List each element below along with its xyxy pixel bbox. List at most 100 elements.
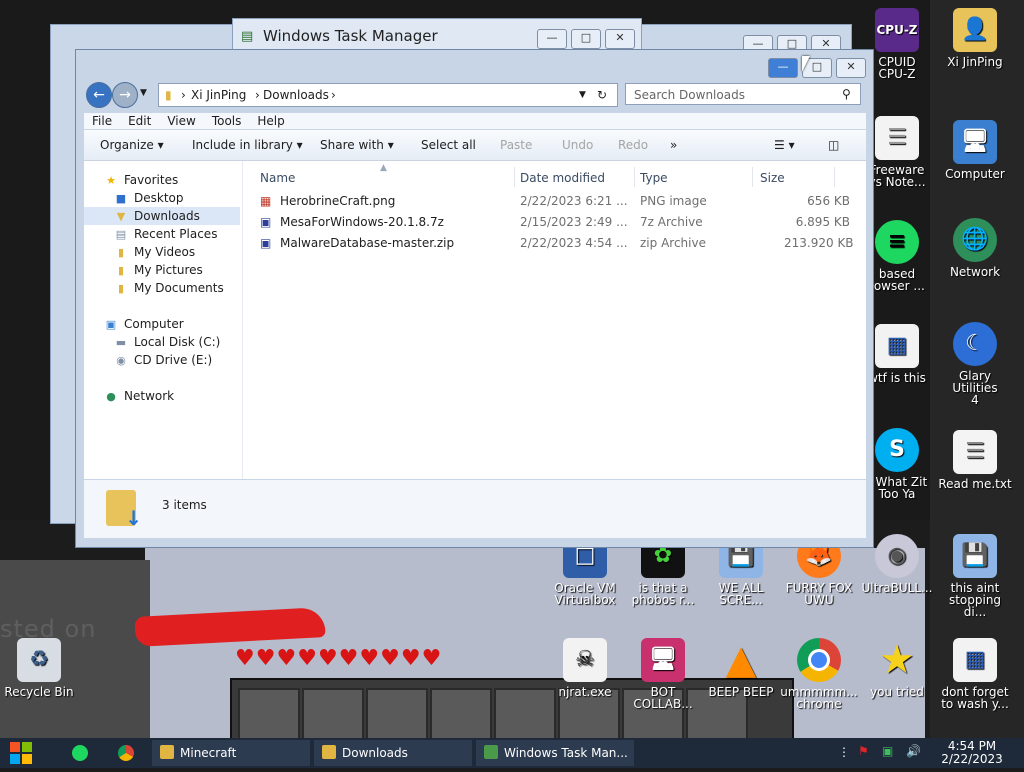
desktop-icon-recycle-bin[interactable]: ♻ Recycle Bin [0,638,78,698]
desktop-icon-chrome[interactable]: ummmmm... chrome [780,638,858,710]
task-manager-icon: ▤ [241,29,254,44]
taskbar-chrome-icon[interactable] [118,738,138,768]
desktop-icon-xi-jinping[interactable]: 👤 Xi JinPing [936,8,1014,68]
nav-computer[interactable]: ▣ Computer [104,315,184,333]
desktop-icon-bot-collab[interactable]: 🖥 BOT COLLAB... [624,638,702,710]
details-pane: 3 items [84,480,866,538]
task-manager-title: Windows Task Manager [263,27,438,45]
nav-my-documents[interactable]: ▮ My Documents [114,279,224,297]
heart-icon: ♥ [235,646,255,671]
file-row[interactable]: ▣ MesaForWindows-20.1.8.7z 2/15/2023 2:4… [260,212,860,232]
search-input[interactable]: Search Downloads [625,83,861,105]
nav-favorites[interactable]: ★ Favorites [104,171,178,189]
heart-icon: ♥ [297,646,317,671]
file-row[interactable]: ▣ MalwareDatabase-master.zip 2/22/2023 4… [260,233,860,253]
file-row[interactable]: ▦ HerobrineCraft.png 2/22/2023 6:21 ... … [260,191,860,211]
breadcrumb-item[interactable]: Downloads [263,84,329,106]
column-headers: ▲ Name Date modified Type Size [250,161,860,191]
volume-icon[interactable]: 🔊 [906,744,921,758]
recent-places-icon: ▤ [115,228,127,241]
desktop-icon-network[interactable]: 🌐 Network [936,218,1014,278]
menu-tools[interactable]: Tools [204,113,250,129]
hotbar-slot [366,688,428,742]
chevron-down-icon[interactable]: ▼ [140,88,147,98]
spotify-icon: ≡ [875,220,919,264]
system-clock[interactable]: 4:54 PM 2/22/2023 [930,740,1014,766]
start-button[interactable] [8,738,44,768]
breadcrumb-item[interactable]: Xi JinPing [191,84,246,106]
desktop-icon-computer[interactable]: 🖥 Computer [936,120,1014,180]
desktop-icon-dont-forget[interactable]: ▦ dont forget to wash y... [936,638,1014,710]
nav-my-pictures[interactable]: ▮ My Pictures [114,261,203,279]
desktop-icon-beep-beep[interactable]: ▲ BEEP BEEP [702,638,780,698]
minimize-button[interactable]: — [768,58,798,78]
document-icon: ☰ [875,116,919,160]
vlc-icon: ▲ [725,637,757,683]
overflow-dots-icon[interactable]: ⋮ [838,745,850,759]
more-commands-button[interactable]: » [670,138,677,152]
share-with-button[interactable]: Share with ▾ [320,138,394,152]
desktop-icon-njrat[interactable]: ☠ njrat.exe [546,638,624,698]
desktop-icon-read-me[interactable]: ☰ Read me.txt [936,430,1014,490]
recycle-bin-icon: ♻ [17,638,61,682]
hotbar-slot [302,688,364,742]
navigation-pane: ★ Favorites ■ Desktop ▼ Downloads ▤ Recent P… [84,161,243,479]
heart-icon: ♥ [338,646,359,671]
hard-drive-icon: ▬ [115,336,127,349]
content-area: ★ Favorites ■ Desktop ▼ Downloads ▤ Recent P… [84,161,866,479]
task-manager-icon [484,745,498,759]
flag-icon[interactable]: ⚑ [858,744,869,758]
taskbar-app-minecraft[interactable]: Minecraft [152,740,310,766]
desktop-icon-you-tried[interactable]: ★ you tried [858,638,936,698]
menu-view[interactable]: View [159,113,203,129]
include-in-library-button[interactable]: Include in library ▾ [192,138,303,152]
organize-button[interactable]: Organize ▾ [100,138,164,152]
paste-button[interactable]: Paste [500,138,532,152]
nav-network[interactable]: ● Network [104,387,174,405]
column-name[interactable]: Name [260,171,295,185]
column-date-modified[interactable]: Date modified [520,171,605,185]
nav-my-videos[interactable]: ▮ My Videos [114,243,195,261]
explorer-window[interactable]: — □ ✕ ← → ▼ ▮ › Xi JinPing › Downloads ›… [75,49,874,548]
network-status-icon[interactable]: ▣ [882,744,893,758]
nav-desktop[interactable]: ■ Desktop [114,189,184,207]
minimize-button[interactable]: — [537,29,567,49]
column-type[interactable]: Type [640,171,668,185]
preview-pane-icon[interactable]: ◫ [828,138,839,152]
menu-file[interactable]: File [84,113,120,129]
desktop-icon-glary-utilities[interactable]: ☾ Glary Utilities 4 [936,322,1014,406]
taskbar-spotify-icon[interactable] [72,738,92,768]
nav-recent-places[interactable]: ▤ Recent Places [114,225,218,243]
monitor-icon: 🖥 [641,638,685,682]
close-button[interactable]: ✕ [836,58,866,78]
menu-help[interactable]: Help [249,113,292,129]
maximize-button[interactable]: □ [571,29,601,49]
videos-folder-icon: ▮ [117,246,125,259]
chevron-down-icon[interactable]: ▼ [579,84,586,106]
menu-edit[interactable]: Edit [120,113,159,129]
folder-icon: ▮ [165,88,172,102]
taskbar-app-task-manager[interactable]: Windows Task Man... [476,740,634,766]
refresh-icon[interactable]: ↻ [597,84,607,106]
view-options-icon[interactable]: ☰ ▾ [774,138,795,152]
select-all-button[interactable]: Select all [421,138,476,152]
folder-icon [322,745,336,759]
desktop-icon-installer[interactable]: 💾 this aint stopping di... [936,534,1014,618]
back-button[interactable]: ← [86,82,112,108]
taskbar-app-downloads[interactable]: Downloads [314,740,472,766]
nav-cd-drive[interactable]: ◉ CD Drive (E:) [114,351,212,369]
computer-icon: ▣ [105,318,117,331]
glary-icon: ☾ [953,322,997,366]
undo-button[interactable]: Undo [562,138,593,152]
skype-icon: S [875,428,919,472]
close-button[interactable]: ✕ [605,29,635,49]
column-size[interactable]: Size [760,171,785,185]
redo-button[interactable]: Redo [618,138,648,152]
address-bar[interactable]: ▮ › Xi JinPing › Downloads › ▼ ↻ [158,83,618,107]
search-icon[interactable]: ⚲ [842,87,851,101]
forward-button[interactable]: → [112,82,138,108]
nav-local-disk[interactable]: ▬ Local Disk (C:) [114,333,221,351]
sort-arrow-icon: ▲ [380,163,387,173]
nav-downloads[interactable]: ▼ Downloads [114,207,200,225]
hotbar-slot [238,688,300,742]
